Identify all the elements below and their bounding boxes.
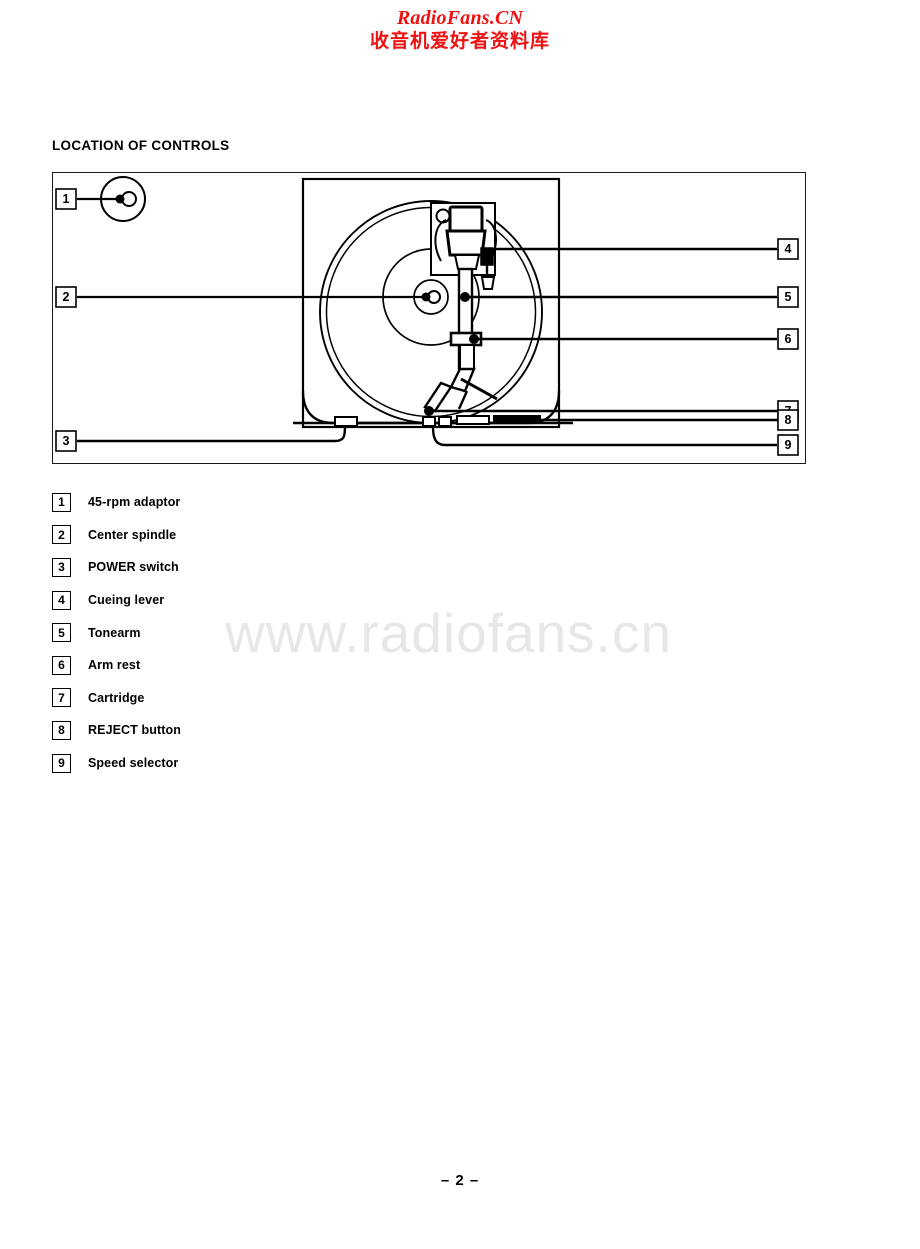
legend-number-1: 1 [52,492,71,512]
list-item: 6 Arm rest [52,649,181,682]
site-watermark-header: RadioFans.CN 收音机爱好者资料库 [0,8,920,51]
list-item: 7 Cartridge [52,682,181,715]
list-item: 5 Tonearm [52,616,181,649]
list-item: 8 REJECT button [52,714,181,747]
watermark-cjk-text: 收音机爱好者资料库 [369,30,550,52]
callout-dot-6 [469,334,479,344]
list-item: 3 POWER switch [52,551,181,584]
tonearm-lower-tube [459,344,475,370]
page-title: LOCATION OF CONTROLS [52,138,230,153]
legend-number-6: 6 [52,655,71,675]
cueing-lever-tip [480,276,496,290]
figure-frame: 1 2 3 4 5 6 7 8 9 [52,172,806,464]
reject-button-shadow [493,415,541,424]
reject-button [456,415,490,425]
legend-label-9: Speed selector [88,756,179,771]
list-item: 4 Cueing lever [52,584,181,617]
legend-label-3: POWER switch [88,560,179,575]
legend-number-8: 8 [52,720,71,740]
legend-label-6: Arm rest [88,658,141,673]
legend-number-4: 4 [52,590,71,610]
legend-label-4: Cueing lever [88,593,165,608]
callout-dot-2 [421,292,431,302]
legend-label-7: Cartridge [88,690,145,705]
tonearm-pivot-block [445,229,487,257]
list-item: 1 45-rpm adaptor [52,486,181,519]
legend-label-5: Tonearm [88,625,141,640]
list-item: 9 Speed selector [52,747,181,780]
legend-number-5: 5 [52,623,71,643]
power-switch [334,416,358,427]
cartridge-stylus-tip [424,406,434,416]
legend-number-3: 3 [52,557,71,577]
callout-label-3: 3 [63,434,70,448]
callout-dot-5 [460,292,470,302]
speed-selector [422,416,436,427]
turntable-diagram: 1 2 3 4 5 6 7 8 9 [55,176,799,456]
legend-label-1: 45-rpm adaptor [88,495,181,510]
callout-label-8: 8 [785,413,792,427]
page-watermark: www.radiofans.cn [225,602,673,664]
callout-label-5: 5 [785,290,792,304]
page-number: – 2 – [440,1172,480,1189]
legend-label-8: REJECT button [88,723,181,738]
list-item: 2 Center spindle [52,519,181,552]
callout-leader-9 [431,426,777,447]
legend-number-9: 9 [52,753,71,773]
callout-label-9: 9 [785,438,792,452]
legend-number-7: 7 [52,688,71,708]
legend-number-2: 2 [52,525,71,545]
callout-dot-1 [115,194,125,204]
controls-legend-list: 1 45-rpm adaptor 2 Center spindle 3 POWE… [52,486,181,779]
tonearm-neck [453,254,481,270]
callout-label-1: 1 [63,192,70,206]
callout-label-6: 6 [785,332,792,346]
watermark-latin-text: RadioFans.CN [396,7,524,29]
callout-label-2: 2 [63,290,70,304]
speed-selector-second [438,416,452,427]
callout-label-4: 4 [785,242,792,256]
counterweight [448,205,484,233]
legend-label-2: Center spindle [88,527,177,542]
